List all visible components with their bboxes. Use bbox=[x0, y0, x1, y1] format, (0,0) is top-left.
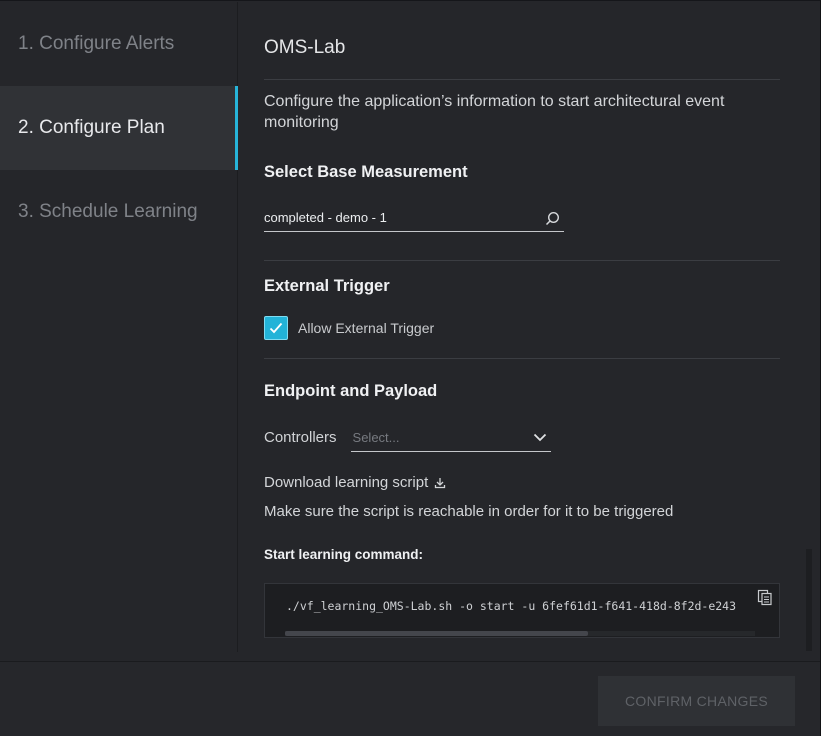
search-icon[interactable] bbox=[545, 211, 560, 226]
base-measurement-value: completed - demo - 1 bbox=[264, 209, 387, 225]
step-schedule-learning[interactable]: 3. Schedule Learning bbox=[0, 170, 237, 254]
vertical-scrollbar[interactable] bbox=[806, 549, 812, 651]
download-icon bbox=[435, 477, 446, 488]
command-text[interactable]: ./vf_learning_OMS-Lab.sh -o start -u 6fe… bbox=[286, 599, 751, 613]
allow-external-trigger-row[interactable]: Allow External Trigger bbox=[264, 316, 434, 340]
section-heading-external-trigger: External Trigger bbox=[264, 277, 390, 295]
checkbox-label: Allow External Trigger bbox=[298, 320, 435, 336]
main-content: OMS-Lab Configure the application’s info… bbox=[239, 2, 806, 652]
controllers-placeholder: Select... bbox=[352, 430, 400, 445]
controllers-row: Controllers Select... bbox=[264, 424, 551, 452]
download-learning-script-link[interactable]: Download learning script bbox=[264, 474, 446, 491]
dialog: 1. Configure Alerts 2. Configure Plan 3.… bbox=[0, 0, 821, 736]
horizontal-scrollbar[interactable] bbox=[285, 631, 755, 636]
step-label: 3. Schedule Learning bbox=[18, 201, 198, 222]
script-note: Make sure the script is reachable in ord… bbox=[264, 503, 674, 520]
download-label: Download learning script bbox=[264, 474, 429, 491]
copy-icon[interactable] bbox=[757, 589, 773, 606]
description: Configure the application’s information … bbox=[264, 93, 725, 131]
step-label: 1. Configure Alerts bbox=[18, 33, 175, 54]
page-title: OMS-Lab bbox=[264, 37, 346, 58]
base-measurement-search-input[interactable]: completed - demo - 1 bbox=[264, 205, 564, 232]
command-code-box: ./vf_learning_OMS-Lab.sh -o start -u 6fe… bbox=[264, 583, 780, 638]
section-heading-endpoint: Endpoint and Payload bbox=[264, 382, 438, 400]
step-label: 2. Configure Plan bbox=[18, 117, 165, 138]
command-label: Start learning command: bbox=[264, 547, 424, 562]
controllers-label: Controllers bbox=[264, 429, 337, 446]
step-configure-alerts[interactable]: 1. Configure Alerts bbox=[0, 2, 237, 86]
allow-external-trigger-checkbox[interactable] bbox=[264, 316, 288, 340]
chevron-down-icon bbox=[533, 433, 546, 442]
divider bbox=[264, 358, 780, 359]
checkmark-icon bbox=[269, 322, 283, 334]
confirm-changes-button[interactable]: CONFIRM CHANGES bbox=[598, 676, 795, 726]
divider bbox=[264, 79, 780, 80]
step-configure-plan[interactable]: 2. Configure Plan bbox=[0, 86, 238, 170]
sidebar: 1. Configure Alerts 2. Configure Plan 3.… bbox=[0, 2, 238, 652]
footer: CONFIRM CHANGES bbox=[0, 661, 820, 736]
divider bbox=[264, 260, 780, 261]
controllers-select[interactable]: Select... bbox=[350, 424, 551, 452]
section-heading-base-measurement: Select Base Measurement bbox=[264, 163, 468, 181]
horizontal-scrollbar-thumb[interactable] bbox=[285, 631, 588, 636]
